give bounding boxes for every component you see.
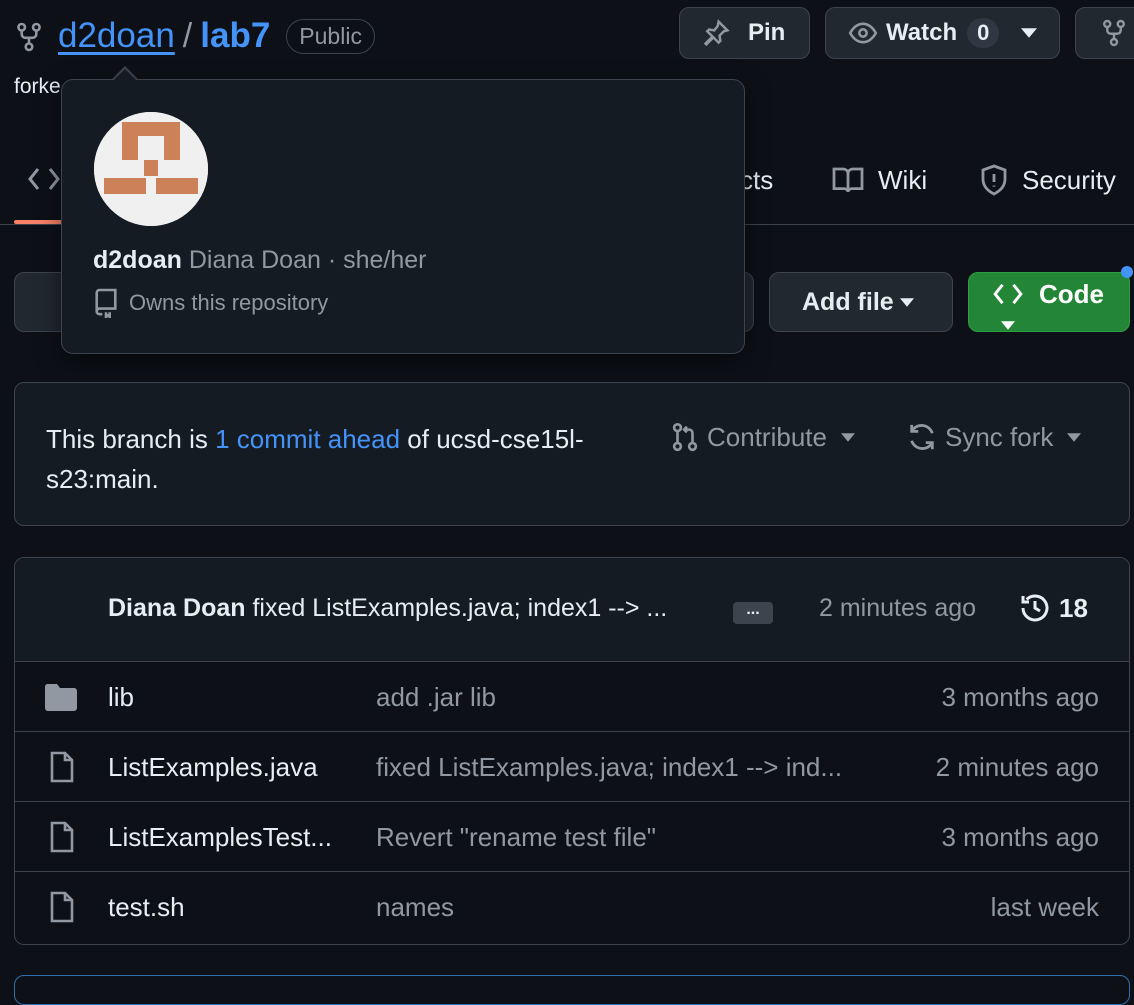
latest-commit-summary: Diana Doan fixed ListExamples.java; inde… xyxy=(108,594,667,623)
watch-count: 0 xyxy=(967,18,1000,48)
watch-button[interactable]: Watch 0 xyxy=(825,7,1060,59)
chevron-down-icon xyxy=(1067,432,1082,442)
watch-label: Watch xyxy=(886,19,958,46)
sync-fork-label: Sync fork xyxy=(945,421,1054,452)
active-tab-underline xyxy=(14,220,64,224)
branch-status-suffix: of ucsd-cse15l- xyxy=(407,424,584,454)
repo-icon xyxy=(95,288,117,318)
file-row[interactable]: lib add .jar lib 3 months ago xyxy=(15,662,1129,732)
pin-label: Pin xyxy=(748,19,786,46)
add-file-button[interactable]: Add file xyxy=(769,272,953,332)
file-commit-time: 3 months ago xyxy=(941,681,1099,712)
add-file-label: Add file xyxy=(802,287,894,316)
code-label: Code xyxy=(1039,279,1104,309)
file-commit-message[interactable]: fixed ListExamples.java; index1 --> ind.… xyxy=(376,732,842,802)
latest-commit-bar: Diana Doan fixed ListExamples.java; inde… xyxy=(15,558,1129,662)
chevron-down-icon xyxy=(1001,321,1015,330)
sync-fork-button[interactable]: Sync fork xyxy=(907,419,1082,455)
file-commit-time: 2 minutes ago xyxy=(935,751,1099,782)
tab-security-label: Security xyxy=(1022,164,1116,195)
hovercard-fullname: Diana Doan xyxy=(188,246,321,274)
file-name[interactable]: ListExamples.java xyxy=(108,732,318,802)
commit-message[interactable]: fixed ListExamples.java; index1 --> ... xyxy=(252,594,667,622)
chevron-down-icon xyxy=(840,432,855,442)
tab-wiki[interactable]: Wiki xyxy=(832,162,927,198)
code-button[interactable]: Code xyxy=(968,272,1130,332)
fork-icon xyxy=(16,22,42,52)
popover-caret-inner xyxy=(113,69,137,81)
hovercard-relation: Owns this repository xyxy=(93,288,328,318)
path-separator: / xyxy=(182,16,193,55)
repo-name-link[interactable]: lab7 xyxy=(200,16,270,56)
file-commit-time: 3 months ago xyxy=(941,821,1099,852)
hovercard-username[interactable]: d2doan xyxy=(93,246,182,274)
file-commit-message[interactable]: add .jar lib xyxy=(376,662,496,732)
fork-button[interactable] xyxy=(1075,7,1134,59)
hovercard-pronouns: · she/her xyxy=(327,246,427,274)
file-icon xyxy=(49,732,75,802)
shield-icon xyxy=(981,164,1007,196)
sync-icon xyxy=(910,424,934,450)
contribute-button[interactable]: Contribute xyxy=(671,419,855,455)
code-tab-icon[interactable] xyxy=(28,167,60,191)
branch-status-upstream: s23:main. xyxy=(46,464,159,494)
owner-link[interactable]: d2doan xyxy=(58,16,175,56)
avatar[interactable] xyxy=(94,112,208,226)
file-row[interactable]: ListExamples.java fixed ListExamples.jav… xyxy=(15,732,1129,802)
file-icon xyxy=(49,872,75,942)
history-icon xyxy=(1021,594,1049,622)
code-icon xyxy=(993,283,1023,305)
folder-icon xyxy=(45,662,77,732)
file-name[interactable]: lib xyxy=(108,662,134,732)
file-commit-time: last week xyxy=(990,891,1099,922)
eye-icon xyxy=(848,22,878,44)
pin-icon xyxy=(703,19,730,47)
file-commit-message[interactable]: Revert "rename test file" xyxy=(376,802,656,872)
file-row[interactable]: test.sh names last week xyxy=(15,872,1129,942)
commit-count: 18 xyxy=(1059,592,1088,623)
commit-history-link[interactable]: 18 xyxy=(1019,592,1088,624)
commit-time: 2 minutes ago xyxy=(819,594,977,622)
file-table: Diana Doan fixed ListExamples.java; inde… xyxy=(14,557,1130,945)
file-name[interactable]: test.sh xyxy=(108,872,185,942)
contribute-label: Contribute xyxy=(707,421,827,452)
tab-wiki-label: Wiki xyxy=(878,164,928,195)
hovercard-name: d2doan Diana Doan · she/her xyxy=(93,246,427,275)
forked-from-text: forke xyxy=(14,75,61,98)
chevron-down-icon xyxy=(1021,28,1038,38)
commit-expand-button[interactable]: ... xyxy=(733,602,773,624)
pull-request-icon xyxy=(672,422,698,452)
commits-ahead-link[interactable]: 1 commit ahead xyxy=(215,424,400,454)
branch-status-text: This branch is 1 commit ahead of ucsd-cs… xyxy=(46,419,646,499)
repo-title: d2doan / lab7 Public xyxy=(58,14,375,58)
hovercard-relation-label: Owns this repository xyxy=(129,290,329,315)
file-row[interactable]: ListExamplesTest... Revert "rename test … xyxy=(15,802,1129,872)
file-commit-message[interactable]: names xyxy=(376,872,454,942)
notification-dot xyxy=(1121,266,1133,278)
readme-panel-edge xyxy=(14,975,1130,1005)
visibility-badge: Public xyxy=(286,18,375,54)
commit-author[interactable]: Diana Doan xyxy=(108,594,246,622)
pin-button[interactable]: Pin xyxy=(679,7,810,59)
file-name[interactable]: ListExamplesTest... xyxy=(108,802,332,872)
fork-icon xyxy=(1103,19,1125,47)
book-icon xyxy=(832,167,864,193)
file-icon xyxy=(49,802,75,872)
chevron-down-icon xyxy=(899,297,914,307)
branch-status-banner: This branch is 1 commit ahead of ucsd-cs… xyxy=(14,382,1130,526)
tab-security[interactable]: Security xyxy=(980,162,1116,198)
user-hovercard: d2doan Diana Doan · she/her Owns this re… xyxy=(61,79,745,354)
branch-status-prefix: This branch is xyxy=(46,424,208,454)
